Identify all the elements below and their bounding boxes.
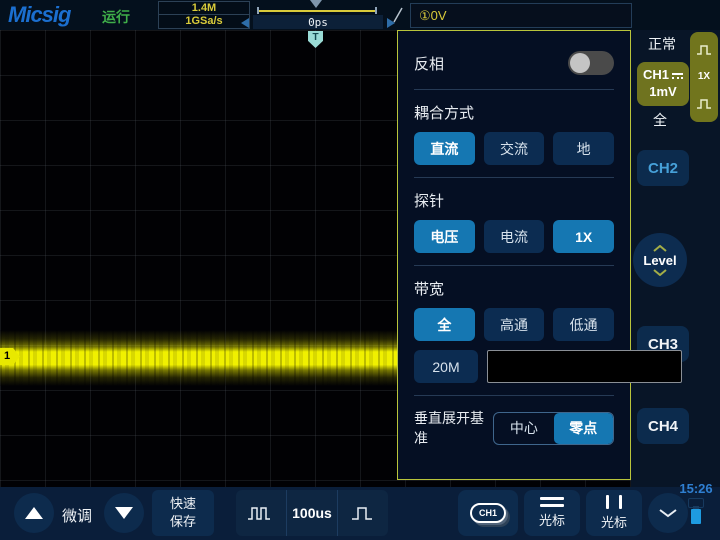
probe-label: 探针: [414, 190, 614, 211]
ch1-scale-strip: 1X: [690, 32, 718, 122]
vertical-ref-label: 垂直展开基准: [414, 408, 493, 448]
coupling-label: 耦合方式: [414, 102, 614, 123]
top-bar: Micsig 运行 1.4M 1GSa/s 0ps ①0V: [0, 0, 720, 30]
trigger-mode-label: 正常: [648, 34, 676, 54]
horizontal-cursor-button[interactable]: 光标: [524, 490, 580, 536]
bottom-bar: 微调 快速 保存 100us CH1 光标 光标: [0, 487, 720, 540]
bandwidth-20m-button[interactable]: 20M: [414, 350, 478, 383]
active-channel-button[interactable]: CH1: [458, 490, 518, 536]
clock: 15:26: [676, 481, 716, 496]
quick-save-button[interactable]: 快速 保存: [152, 490, 214, 536]
quick-save-line2: 保存: [152, 513, 214, 531]
bandwidth-lowpass-button[interactable]: 低通: [553, 308, 614, 341]
trigger-slope-icon[interactable]: [392, 6, 404, 29]
timebase-faster-button[interactable]: [337, 490, 388, 536]
invert-label: 反相: [414, 53, 444, 74]
horizontal-cursor-icon: [540, 497, 564, 507]
coupling-gnd-button[interactable]: 地: [553, 132, 614, 165]
probe-current-button[interactable]: 电流: [484, 220, 545, 253]
battery-icon: [691, 509, 701, 524]
quick-save-line1: 快速: [152, 495, 214, 513]
sample-rate: 1GSa/s: [159, 15, 249, 28]
scale-down-button[interactable]: [104, 493, 144, 533]
v-cursor-label: 光标: [601, 512, 627, 531]
pulse-up-icon[interactable]: [696, 44, 712, 56]
vref-center-button[interactable]: 中心: [494, 413, 553, 444]
triangle-up-icon: [25, 507, 43, 519]
chevron-down-icon: [652, 269, 668, 276]
sample-depth: 1.4M: [159, 2, 249, 15]
run-status[interactable]: 运行: [102, 7, 130, 27]
brand-logo: Micsig: [8, 2, 70, 28]
ch1-scale-value: 1mV: [637, 83, 689, 100]
trigger-position-marker[interactable]: T: [308, 31, 323, 48]
level-label: Level: [643, 253, 676, 268]
vertical-cursor-icon: [606, 495, 622, 509]
fine-tune-label: 微调: [62, 505, 92, 526]
invert-toggle[interactable]: [568, 51, 614, 75]
toggle-knob-icon: [570, 53, 590, 73]
divider: [414, 177, 614, 178]
ch2-button[interactable]: CH2: [637, 150, 689, 186]
divider: [414, 265, 614, 266]
bandwidth-label: 带宽: [414, 278, 614, 299]
coupling-dc-button[interactable]: 直流: [414, 132, 475, 165]
probe-attenuation-label: 1X: [698, 71, 710, 82]
timeline-line: [259, 10, 375, 12]
ch1-oval-badge: CH1: [470, 503, 506, 523]
sample-info-box[interactable]: 1.4M 1GSa/s: [158, 1, 250, 29]
ch1-settings-panel: 反相 耦合方式 直流 交流 地 探针 电压 电流 1X 带宽 全 高通 低通 2…: [397, 30, 631, 480]
timeline-bracket: [257, 7, 377, 14]
horizontal-position-readout: 0ps: [253, 15, 383, 29]
probe-1x-button[interactable]: 1X: [553, 220, 614, 253]
ch4-button[interactable]: CH4: [637, 408, 689, 444]
bandwidth-full-button[interactable]: 全: [414, 308, 475, 341]
probe-voltage-button[interactable]: 电压: [414, 220, 475, 253]
timebase-slower-button[interactable]: [236, 490, 286, 536]
horizontal-position-slider[interactable]: 0ps: [253, 0, 383, 30]
vertical-cursor-button[interactable]: 光标: [586, 490, 642, 536]
h-position-value: 0ps: [308, 16, 328, 29]
vref-zero-button[interactable]: 零点: [554, 413, 613, 444]
single-pulse-icon: [351, 504, 375, 522]
ch1-name: CH1: [643, 67, 669, 82]
timebase-group: 100us: [236, 490, 388, 536]
timeline-marker-icon[interactable]: [310, 0, 322, 8]
scale-up-button[interactable]: [14, 493, 54, 533]
chevron-down-icon: [658, 508, 678, 518]
vertical-ref-segmented: 中心 零点: [493, 412, 614, 445]
bandwidth-value-input[interactable]: [487, 350, 682, 383]
pulse-down-icon[interactable]: [696, 98, 712, 110]
double-pulse-icon: [247, 504, 275, 522]
ch1-scale-badge[interactable]: CH1 1mV: [637, 62, 689, 106]
bandwidth-highpass-button[interactable]: 高通: [484, 308, 545, 341]
ch1-bandwidth-indicator: 全: [653, 110, 667, 130]
trigger-level-box[interactable]: ①0V: [410, 3, 632, 28]
timebase-readout[interactable]: 100us: [286, 490, 337, 536]
scroll-left-icon[interactable]: [241, 18, 249, 28]
trigger-level-button[interactable]: Level: [633, 233, 687, 287]
chevron-up-icon: [652, 245, 668, 252]
oscilloscope-screen: 1 T Micsig 运行 1.4M 1GSa/s 0ps ①0V: [0, 0, 720, 540]
divider: [414, 89, 614, 90]
status-cluster: 15:26: [676, 481, 716, 524]
coupling-ac-button[interactable]: 交流: [484, 132, 545, 165]
timebase-value: 100us: [292, 505, 332, 521]
divider: [414, 395, 614, 396]
h-cursor-label: 光标: [539, 510, 565, 529]
right-sidebar: 正常 CH1 1mV 全 1X CH2 Level CH3 CH4: [631, 30, 720, 487]
dc-coupling-icon: [672, 73, 683, 79]
triangle-down-icon: [115, 507, 133, 519]
